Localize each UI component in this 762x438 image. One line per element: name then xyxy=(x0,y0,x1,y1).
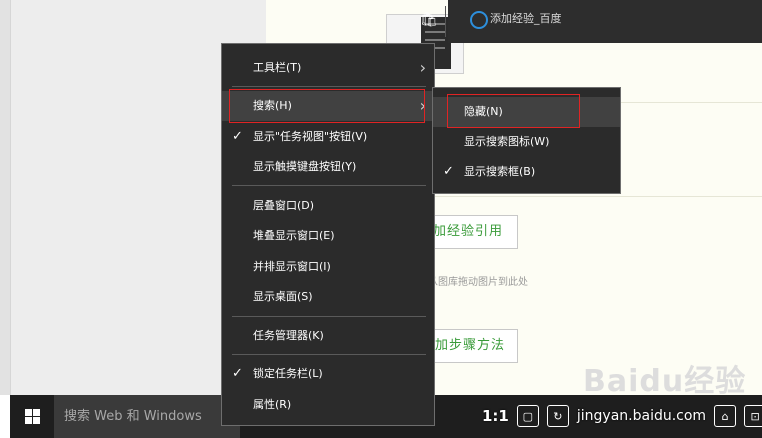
taskbar-search-box[interactable]: 搜索 Web 和 Windows xyxy=(54,395,240,438)
menu-item-properties[interactable]: 属性(R) xyxy=(222,390,434,420)
search-submenu: 隐藏(N) 显示搜索图标(W) ✓ 显示搜索框(B) xyxy=(432,87,621,194)
submenu-item-show-search-icon[interactable]: 显示搜索图标(W) xyxy=(433,127,620,157)
bookmark-icon[interactable]: ⌂ xyxy=(714,405,737,427)
menu-separator xyxy=(232,86,426,87)
menu-item-label: 并排显示窗口(I) xyxy=(253,260,331,273)
menu-item-toolbar[interactable]: 工具栏(T) › xyxy=(222,53,434,83)
menu-item-stacked[interactable]: 堆叠显示窗口(E) xyxy=(222,221,434,251)
menu-item-label: 工具栏(T) xyxy=(253,61,302,74)
windows-logo-icon xyxy=(24,409,40,424)
thumbnail-line xyxy=(425,39,445,41)
menu-item-side-by-side[interactable]: 并排显示窗口(I) xyxy=(222,252,434,282)
menu-item-label: 属性(R) xyxy=(253,398,292,411)
submenu-item-hidden[interactable]: 隐藏(N) xyxy=(433,97,620,127)
menu-item-task-manager[interactable]: 任务管理器(K) xyxy=(222,321,434,351)
menu-item-show-task-view[interactable]: ✓ 显示"任务视图"按钮(V) xyxy=(222,122,434,152)
menu-item-label: 堆叠显示窗口(E) xyxy=(253,229,335,242)
image-viewer-toolbar: 1:1 ▢ ↻ jingyan.baidu.com ⌂ ⊡ ↗ xyxy=(482,397,762,435)
menu-item-label: 搜索(H) xyxy=(253,99,292,112)
start-button[interactable] xyxy=(10,395,54,438)
menu-item-search[interactable]: 搜索(H) › xyxy=(222,91,434,121)
menu-item-label: 显示触摸键盘按钮(Y) xyxy=(253,160,357,173)
menu-separator xyxy=(232,185,426,186)
menu-item-lock-taskbar[interactable]: ✓ 锁定任务栏(L) xyxy=(222,359,434,389)
menu-item-label: 锁定任务栏(L) xyxy=(253,367,323,380)
check-icon: ✓ xyxy=(443,164,454,179)
taskbar-separator xyxy=(445,6,446,37)
menu-item-touch-keyboard[interactable]: 显示触摸键盘按钮(Y) xyxy=(222,152,434,182)
check-icon: ✓ xyxy=(232,129,243,144)
menu-item-label: 显示"任务视图"按钮(V) xyxy=(253,130,368,143)
submenu-item-label: 显示搜索框(B) xyxy=(464,165,536,178)
thumbnail-line xyxy=(425,31,445,33)
submenu-item-label: 隐藏(N) xyxy=(464,105,503,118)
submenu-item-label: 显示搜索图标(W) xyxy=(464,135,550,148)
menu-separator xyxy=(232,354,426,355)
chevron-right-icon: › xyxy=(419,96,426,115)
rotate-icon[interactable]: ↻ xyxy=(546,405,569,427)
baidu-watermark: Baidu经验 xyxy=(583,364,747,399)
site-watermark: jingyan.baidu.com xyxy=(576,408,707,424)
chevron-right-icon: › xyxy=(419,58,426,77)
fit-window-icon[interactable]: ▢ xyxy=(516,405,539,427)
window-edge xyxy=(0,0,11,395)
menu-item-label: 层叠窗口(D) xyxy=(253,199,315,212)
menu-item-label: 显示桌面(S) xyxy=(253,290,313,303)
actual-size-ratio[interactable]: 1:1 xyxy=(482,407,509,425)
taskbar-context-menu: 工具栏(T) › 搜索(H) › ✓ 显示"任务视图"按钮(V) 显示触摸键盘按… xyxy=(221,43,435,426)
crop-icon[interactable]: ⊡ xyxy=(744,405,762,427)
menu-item-cascade[interactable]: 层叠窗口(D) xyxy=(222,191,434,221)
menu-item-label: 任务管理器(K) xyxy=(253,329,324,342)
menu-item-show-desktop[interactable]: 显示桌面(S) xyxy=(222,282,434,312)
store-bag-icon[interactable]: 🛍 xyxy=(420,11,438,29)
taskbar-app-title: 添加经验_百度 xyxy=(490,12,562,25)
menu-separator xyxy=(232,316,426,317)
submenu-item-show-search-box[interactable]: ✓ 显示搜索框(B) xyxy=(433,157,620,187)
edge-browser-icon[interactable] xyxy=(470,11,488,29)
check-icon: ✓ xyxy=(232,366,243,381)
